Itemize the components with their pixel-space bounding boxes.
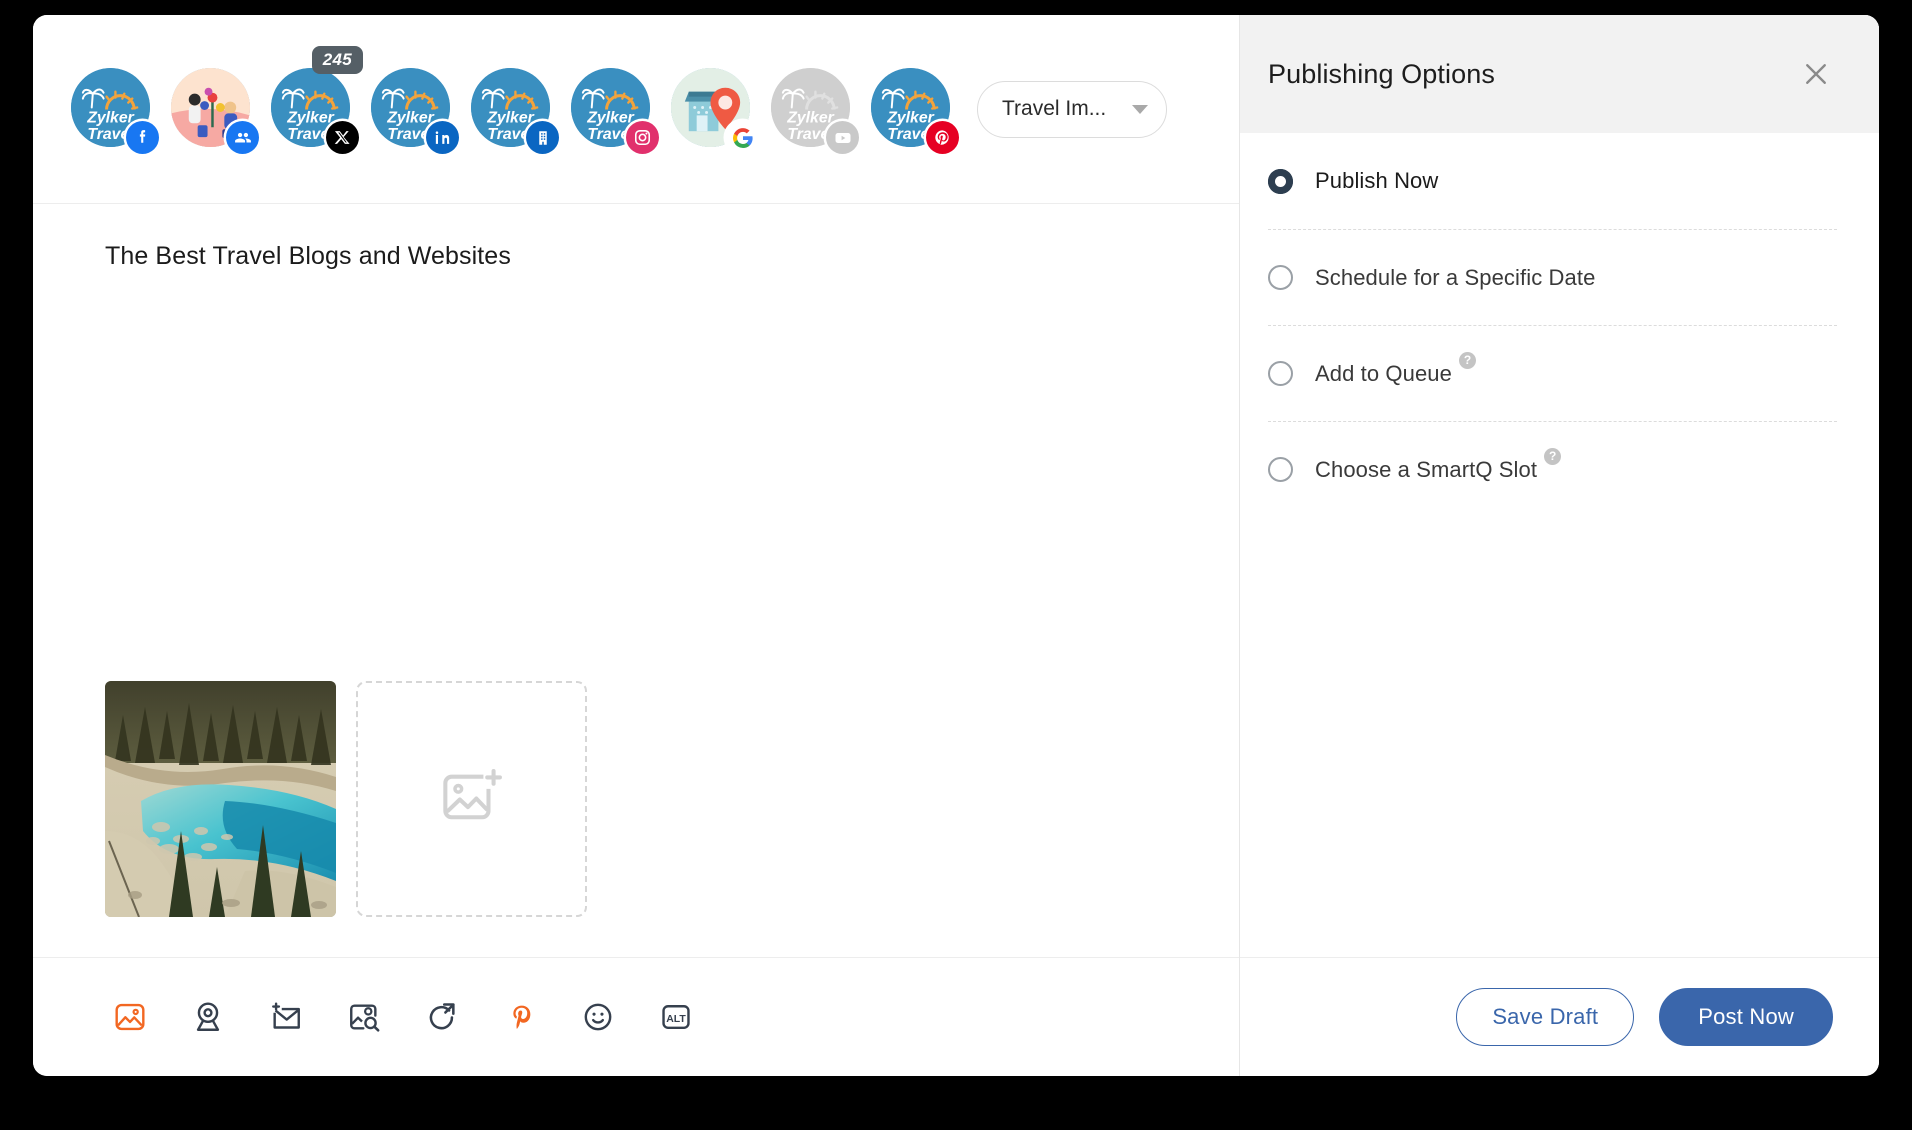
add-media-placeholder[interactable] — [356, 681, 587, 917]
share-arrow-icon[interactable] — [423, 998, 461, 1036]
linkedin-icon — [426, 121, 459, 154]
facebook-icon — [126, 121, 159, 154]
lake-cove-photo — [105, 681, 336, 917]
location-icon[interactable] — [189, 998, 227, 1036]
account-chip-linkedin[interactable]: Zylker Travel — [371, 68, 459, 154]
account-chip-youtube[interactable]: Zylker Travel — [771, 68, 859, 154]
instagram-icon — [626, 121, 659, 154]
radio-publish-now[interactable] — [1268, 168, 1293, 194]
publishing-options-list: Publish Now Schedule for a Specific Date… — [1240, 133, 1879, 957]
board-select-value: Travel Im... — [1002, 97, 1107, 120]
svg-text:Zylker: Zylker — [86, 109, 134, 126]
post-now-button[interactable]: Post Now — [1659, 988, 1833, 1046]
composer-window: Zylker Travel 245 Zylker Travel Zylker T… — [33, 15, 1879, 1076]
publishing-options-header: Publishing Options — [1240, 15, 1879, 133]
svg-text:ALT: ALT — [666, 1014, 686, 1025]
close-icon[interactable] — [1799, 57, 1833, 91]
publishing-options-panel: Publishing Options Publish Now Schedule … — [1240, 15, 1879, 1076]
account-chip-instagram[interactable]: Zylker Travel — [571, 68, 659, 154]
radio-schedule-specific-date[interactable] — [1268, 265, 1293, 290]
svg-text:Zylker: Zylker — [486, 109, 534, 126]
account-chip-facebook[interactable]: Zylker Travel — [71, 68, 159, 154]
emoji-icon[interactable] — [579, 998, 617, 1036]
option-label: Choose a SmartQ Slot — [1315, 456, 1538, 482]
post-composer: Zylker Travel 245 Zylker Travel Zylker T… — [33, 15, 1240, 1076]
media-row — [105, 681, 587, 917]
option-label-wrap: Schedule for a Specific Date — [1315, 265, 1595, 291]
option-publish-now[interactable]: Publish Now — [1268, 133, 1837, 229]
help-icon[interactable]: ? — [1544, 447, 1562, 465]
pinterest-icon[interactable] — [501, 998, 539, 1036]
x-icon — [326, 121, 359, 154]
svg-text:Zylker: Zylker — [786, 109, 834, 126]
account-avatar-bar: Zylker Travel 245 Zylker Travel Zylker T… — [33, 15, 1239, 204]
character-count-badge: 245 — [311, 46, 363, 75]
post-body — [33, 271, 1239, 957]
account-chip-facebook-group[interactable] — [171, 68, 259, 154]
media-thumbnail[interactable] — [105, 681, 336, 917]
radio-add-to-queue[interactable] — [1268, 361, 1293, 386]
radio-choose-smartq-slot[interactable] — [1268, 457, 1293, 482]
account-chip-google-business[interactable] — [671, 68, 759, 154]
add-image-icon — [442, 769, 502, 820]
option-label: Publish Now — [1315, 168, 1439, 193]
panel-title: Publishing Options — [1268, 58, 1495, 89]
option-label: Add to Queue — [1315, 360, 1452, 386]
facebook-group-icon — [226, 121, 259, 154]
svg-text:Zylker: Zylker — [386, 109, 434, 126]
option-choose-smartq-slot[interactable]: Choose a SmartQ Slot ? — [1268, 421, 1837, 517]
option-add-to-queue[interactable]: Add to Queue ? — [1268, 325, 1837, 421]
save-draft-button[interactable]: Save Draft — [1456, 988, 1635, 1046]
post-title[interactable]: The Best Travel Blogs and Websites — [33, 204, 1239, 271]
chevron-down-icon — [1132, 104, 1149, 114]
option-schedule-specific-date[interactable]: Schedule for a Specific Date — [1268, 229, 1837, 325]
help-icon[interactable]: ? — [1458, 351, 1476, 369]
composer-toolbar: ALT — [33, 957, 1239, 1076]
alt-text-icon[interactable]: ALT — [657, 998, 695, 1036]
option-label-wrap: Publish Now — [1315, 168, 1438, 194]
linkedin-page-icon — [526, 121, 559, 154]
option-label-wrap: Add to Queue ? — [1315, 351, 1476, 387]
option-label: Schedule for a Specific Date — [1315, 264, 1596, 290]
account-chip-pinterest[interactable]: Zylker Travel — [871, 68, 959, 154]
board-select[interactable]: Travel Im... — [977, 80, 1168, 138]
svg-text:Zylker: Zylker — [586, 109, 634, 126]
google-icon — [726, 121, 759, 154]
account-chip-x[interactable]: 245 Zylker Travel — [271, 46, 363, 154]
pinterest-icon — [926, 121, 959, 154]
image-icon[interactable] — [111, 998, 149, 1036]
publishing-footer: Save Draft Post Now — [1240, 957, 1879, 1076]
account-chip-linkedin-page[interactable]: Zylker Travel — [471, 68, 559, 154]
option-label-wrap: Choose a SmartQ Slot ? — [1315, 447, 1562, 483]
svg-text:Zylker: Zylker — [886, 109, 934, 126]
svg-text:Zylker: Zylker — [286, 109, 334, 126]
youtube-icon — [826, 121, 859, 154]
add-mail-icon[interactable] — [267, 998, 305, 1036]
image-search-icon[interactable] — [345, 998, 383, 1036]
